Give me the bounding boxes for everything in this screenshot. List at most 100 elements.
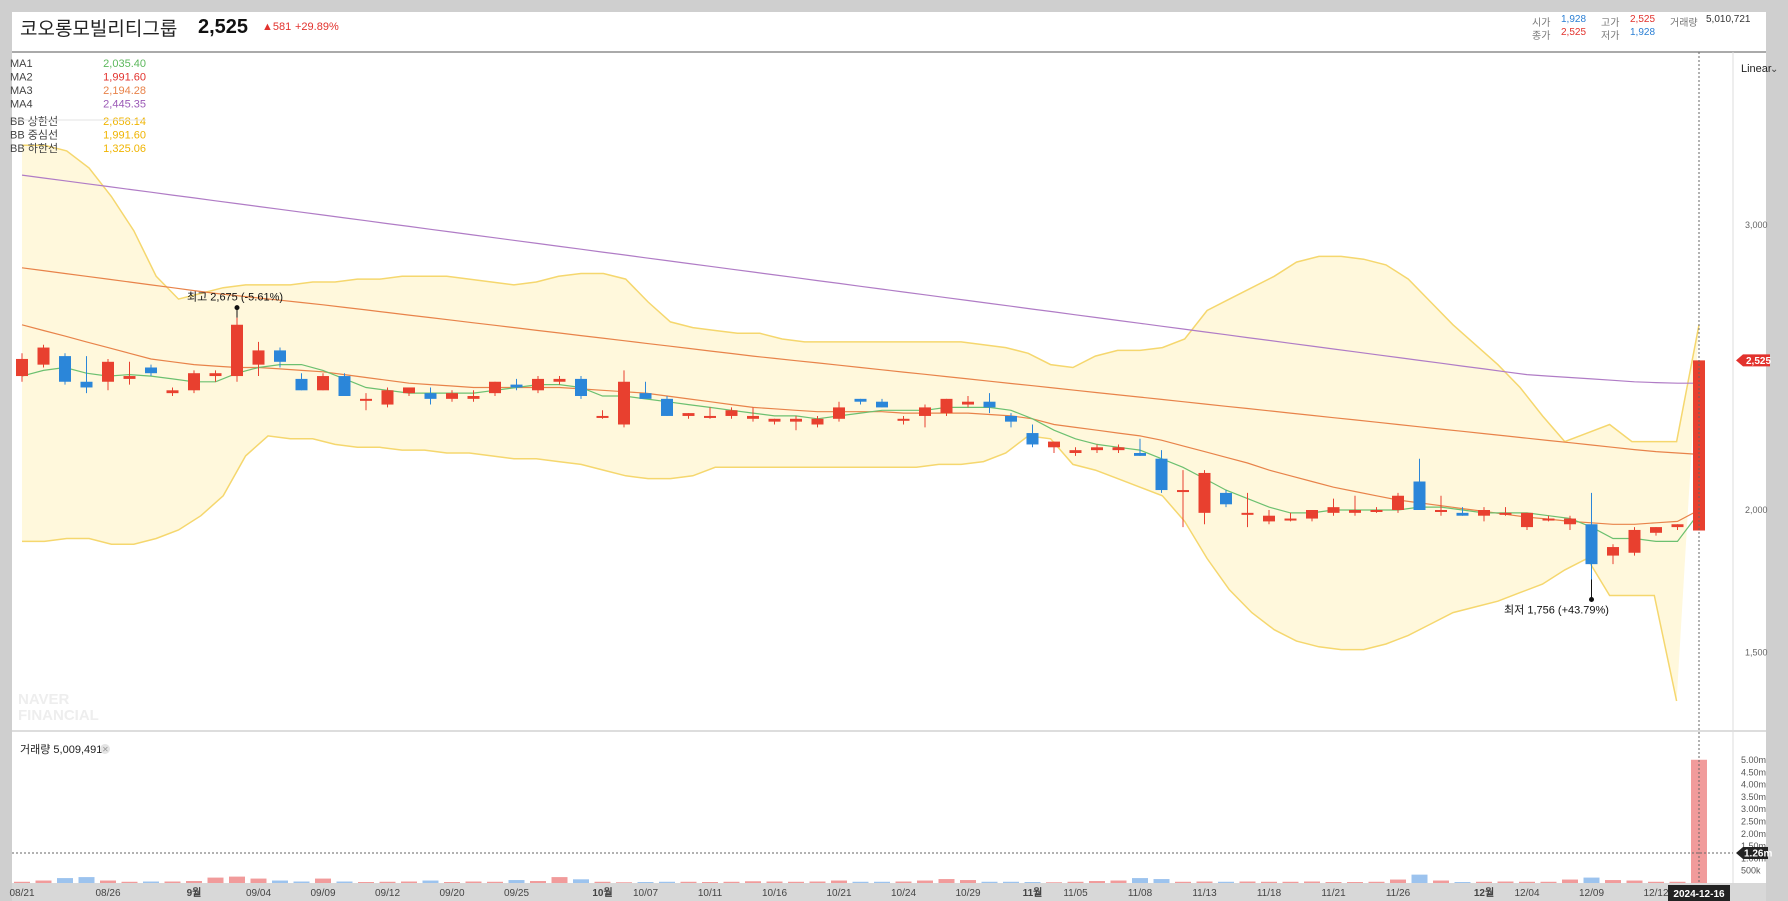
volume-bar — [1497, 881, 1514, 883]
scale-mode-toggle[interactable]: Linear ⌄ — [1741, 63, 1778, 75]
volume-bar — [1024, 882, 1041, 883]
candle-body — [1263, 515, 1275, 522]
date-tick-label: 12/04 — [1514, 888, 1539, 899]
candle-body — [532, 378, 544, 391]
candle-body — [983, 401, 996, 408]
volume-bar — [680, 881, 697, 883]
date-tick-label: 11월 — [1023, 887, 1043, 899]
volume-bar — [1196, 881, 1213, 883]
legend-value: 1,991.60 — [103, 72, 146, 84]
candle-body — [1241, 512, 1254, 515]
date-tick-label: 12/09 — [1579, 888, 1604, 899]
volume-bar — [1261, 881, 1277, 883]
date-tick-label: 09/25 — [504, 888, 529, 899]
chevron-down-icon[interactable]: ⌄ — [1770, 64, 1778, 75]
volume-bar — [1648, 881, 1664, 883]
candle-body — [1392, 495, 1404, 510]
volume-bar — [379, 881, 396, 883]
price-tick-label: 3,000 — [1745, 220, 1768, 230]
volume-bar — [1132, 878, 1148, 883]
volume-bar — [788, 881, 804, 883]
volume-pane[interactable] — [12, 731, 1766, 883]
volume-bar — [121, 881, 138, 883]
volume-bar — [1562, 879, 1578, 883]
volume-bar — [1218, 881, 1234, 883]
candle-body — [1413, 481, 1426, 510]
date-tick-label: 09/20 — [439, 888, 464, 899]
volume-bar — [1476, 881, 1492, 883]
candle — [661, 396, 673, 416]
volume-bar — [57, 878, 73, 883]
volume-bar — [315, 878, 331, 883]
candle-body — [1112, 447, 1125, 451]
candle-body — [274, 350, 286, 362]
high-annotation-text: 최고 2,675 (-5.61%) — [187, 291, 283, 304]
candle-body — [80, 381, 93, 388]
candle-body — [833, 407, 845, 419]
candle-body — [575, 378, 587, 396]
volume-bar — [1239, 881, 1256, 883]
candle-body — [897, 418, 910, 421]
candle — [1628, 527, 1641, 556]
scale-mode-label[interactable]: Linear — [1741, 63, 1772, 75]
candle — [381, 387, 394, 408]
volume-bar — [1282, 881, 1299, 883]
candle-body — [510, 384, 523, 388]
legend-label: MA1 — [10, 58, 33, 70]
low-annotation-text: 최저 1,756 (+43.79%) — [1504, 604, 1609, 617]
volume-bar — [401, 881, 417, 883]
volume-bar — [616, 882, 632, 883]
volume-bar — [1089, 881, 1105, 883]
volume-bar — [487, 881, 503, 883]
volume-tick-label: 2.00m — [1741, 829, 1766, 839]
candle-body — [1306, 510, 1318, 519]
candle-body — [1564, 518, 1576, 525]
date-tick-label: 08/26 — [95, 888, 120, 899]
candle-body — [1026, 433, 1039, 445]
volume-bar — [809, 881, 826, 883]
volume-bar — [831, 880, 847, 883]
candle-body — [1091, 447, 1103, 451]
volume-bar — [14, 881, 30, 883]
candle-body — [188, 373, 200, 391]
candle — [575, 376, 587, 399]
volume-bar — [594, 881, 611, 883]
legend-value: 1,991.60 — [103, 130, 146, 142]
volume-bar — [272, 880, 288, 883]
volume-bar — [1626, 880, 1643, 883]
volume-bar — [1605, 880, 1621, 883]
candle-body — [768, 418, 781, 422]
volume-bar — [745, 881, 761, 883]
volume-bar — [207, 877, 224, 883]
candle-body — [854, 398, 867, 402]
candle-body — [962, 401, 974, 405]
volume-bar — [465, 881, 482, 883]
candle-body — [1521, 512, 1533, 528]
date-tick-label: 09/04 — [246, 888, 271, 899]
candle-body — [1198, 472, 1211, 513]
date-tick-label: 12월 — [1474, 887, 1494, 899]
volume-pane-label: 거래량 5,009,491 — [20, 743, 102, 756]
volume-tick-label: 500k — [1741, 866, 1761, 876]
date-tick-label: 11/13 — [1192, 888, 1217, 899]
candle-body — [295, 378, 308, 391]
date-tick-label: 10/24 — [891, 888, 916, 899]
volume-bar — [1454, 882, 1471, 883]
volume-bar — [422, 880, 439, 883]
volume-level-tag: 1.26m — [1736, 847, 1772, 860]
volume-bar — [702, 882, 718, 883]
candlestick-chart[interactable]: 1,5002,0003,000 500k1.00m1.50m2.00m2.50m… — [0, 0, 1788, 901]
volume-bar — [981, 881, 998, 883]
candle-body — [209, 373, 222, 377]
volume-bar — [1304, 881, 1320, 883]
candle-body — [790, 418, 802, 422]
volume-bar — [659, 881, 675, 883]
candle-body — [725, 410, 738, 416]
candle-body — [1585, 524, 1598, 565]
volume-tick-label: 2.50m — [1741, 817, 1766, 827]
legend-value: 1,325.06 — [103, 143, 146, 155]
stock-chart-window: 코오롱모빌리티그룹 2,525 ▲581 +29.89% 시가 1,928 고가… — [0, 0, 1788, 901]
date-tick-label: 11/08 — [1128, 888, 1153, 899]
volume-bar — [1067, 881, 1084, 883]
candle-body — [940, 398, 953, 414]
